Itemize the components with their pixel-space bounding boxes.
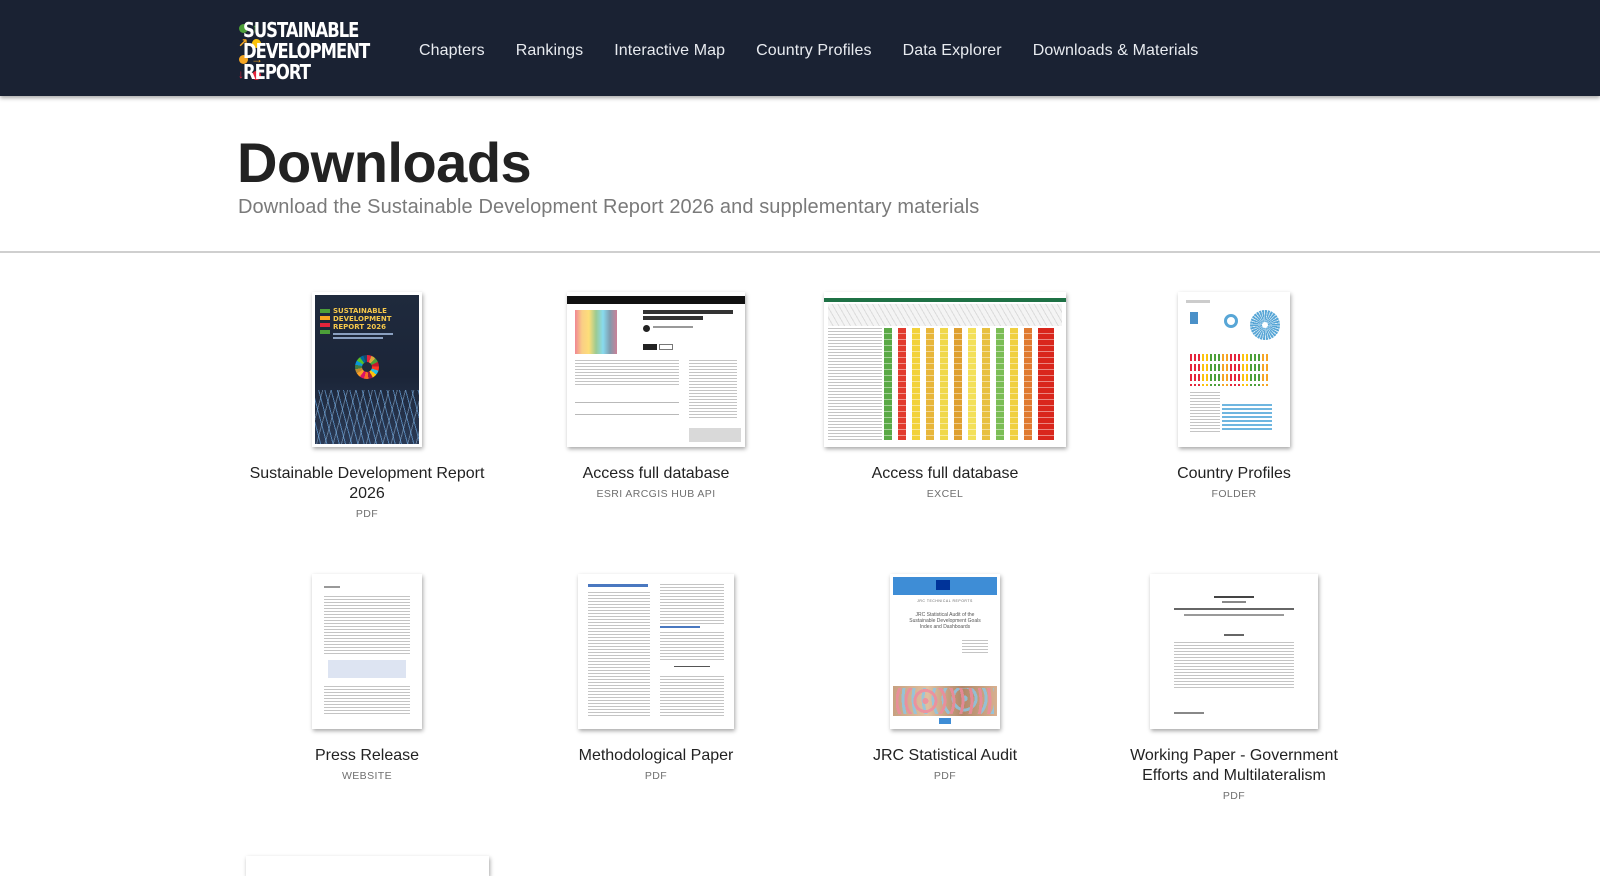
main-nav: Chapters Rankings Interactive Map Countr… xyxy=(419,42,1229,60)
download-card-working-paper[interactable]: Working Paper - Government Efforts and M… xyxy=(1089,574,1379,804)
download-title: JRC Statistical Audit xyxy=(872,747,1018,764)
download-type: WEBSITE xyxy=(341,770,393,782)
cover-title-line: DEVELOPMENT xyxy=(333,315,392,323)
cover-title-line: REPORT 2026 xyxy=(333,323,387,331)
download-type: ESRI ARCGIS HUB API xyxy=(596,488,716,500)
jrc-audit-thumbnail: JRC TECHNICAL REPORTS JRC Statistical Au… xyxy=(890,574,1000,729)
excel-spreadsheet-thumbnail xyxy=(824,292,1066,447)
download-title: Press Release xyxy=(314,747,420,764)
working-paper-thumbnail xyxy=(1150,574,1318,729)
page-subtitle: Download the Sustainable Development Rep… xyxy=(238,196,980,218)
download-card-jrc-statistical-audit[interactable]: JRC TECHNICAL REPORTS JRC Statistical Au… xyxy=(800,574,1090,794)
download-type: PDF xyxy=(1222,790,1246,802)
download-card-database-excel[interactable]: Access full database EXCEL xyxy=(800,292,1090,512)
download-type: PDF xyxy=(355,508,379,520)
top-navigation-bar: ↑ ↗ → ↓ SUSTAINABLE DEVELOPMENT REPORT C… xyxy=(0,0,1600,96)
download-title: Access full database xyxy=(582,465,730,482)
arcgis-hub-thumbnail xyxy=(567,292,745,447)
nav-link-rankings[interactable]: Rankings xyxy=(516,42,584,60)
download-type: PDF xyxy=(644,770,668,782)
download-card-sdr-2026[interactable]: SUSTAINABLE DEVELOPMENT REPORT 2026 Sust… xyxy=(222,292,512,522)
download-title: Access full database xyxy=(871,465,1019,482)
cover-title-line: Index and Dashboards xyxy=(919,624,971,630)
nav-link-chapters[interactable]: Chapters xyxy=(419,42,485,60)
nav-link-data-explorer[interactable]: Data Explorer xyxy=(903,42,1002,60)
cover-title-line: SUSTAINABLE xyxy=(333,307,387,315)
download-type: EXCEL xyxy=(926,488,964,500)
country-profile-thumbnail xyxy=(1178,292,1290,447)
download-card-country-profiles[interactable]: Country Profiles FOLDER xyxy=(1089,292,1379,512)
download-title: Working Paper - Government Efforts and M… xyxy=(1130,747,1338,784)
sdr-logo-text: SUSTAINABLE DEVELOPMENT REPORT xyxy=(243,18,370,84)
nav-link-country-profiles[interactable]: Country Profiles xyxy=(756,42,871,60)
download-type: FOLDER xyxy=(1211,488,1257,500)
download-card-methodological-paper[interactable]: Methodological Paper PDF xyxy=(511,574,801,794)
download-title: Methodological Paper xyxy=(578,747,734,764)
download-card-partial-thumbnail[interactable] xyxy=(246,856,489,876)
download-card-press-release[interactable]: Press Release WEBSITE xyxy=(222,574,512,794)
download-type: PDF xyxy=(933,770,957,782)
nav-link-interactive-map[interactable]: Interactive Map xyxy=(614,42,725,60)
download-title: Country Profiles xyxy=(1177,465,1291,482)
page-title: Downloads xyxy=(237,131,532,194)
download-card-database-arcgis[interactable]: Access full database ESRI ARCGIS HUB API xyxy=(511,292,801,512)
methodological-paper-thumbnail xyxy=(578,574,734,729)
nav-link-downloads-materials[interactable]: Downloads & Materials xyxy=(1033,42,1199,60)
eu-flag-icon xyxy=(936,580,950,590)
press-release-thumbnail xyxy=(312,574,422,729)
sdr-logo[interactable]: ↑ ↗ → ↓ SUSTAINABLE DEVELOPMENT REPORT xyxy=(237,20,389,86)
section-divider xyxy=(0,251,1600,253)
cover-series-label: JRC TECHNICAL REPORTS xyxy=(917,599,973,603)
report-cover-thumbnail: SUSTAINABLE DEVELOPMENT REPORT 2026 xyxy=(312,292,422,447)
download-title: Sustainable Development Report 2026 xyxy=(249,465,485,502)
